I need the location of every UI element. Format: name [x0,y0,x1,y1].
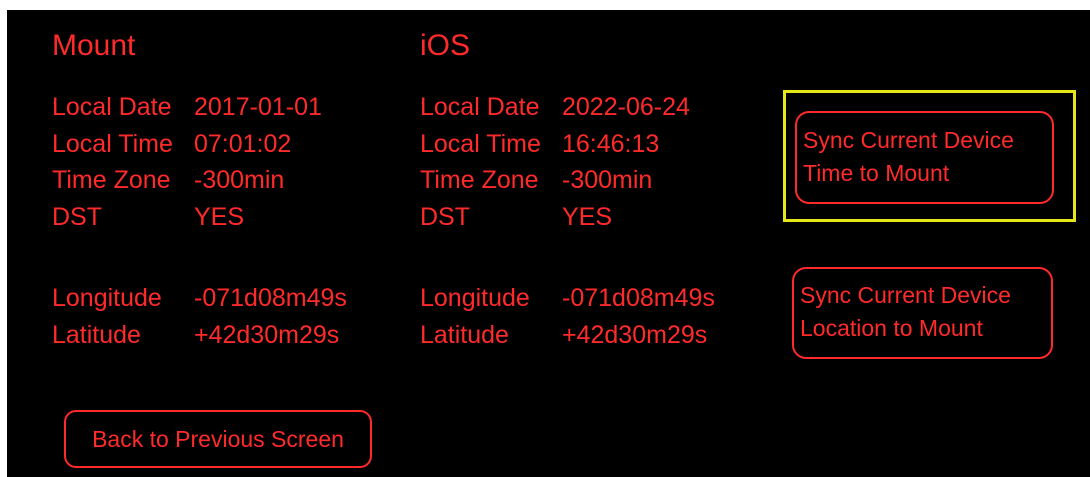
ios-time-zone-label: Time Zone [420,166,539,194]
ios-time-zone-value: -300min [562,166,653,194]
mount-local-time-label: Local Time [52,129,173,158]
mount-time-zone-value: -300min [194,166,285,194]
mount-dst-label: DST [52,202,102,231]
mount-dst-value: YES [194,202,245,231]
mount-time-zone-label: Time Zone [52,166,171,194]
back-button[interactable]: Back to Previous Screen [64,410,372,468]
ios-latitude-value: +42d30m29s [562,320,708,349]
ios-local-date-value: 2022-06-24 [562,93,690,121]
ios-local-date-label: Local Date [420,93,540,121]
ios-dst-label: DST [420,202,470,231]
ios-latitude-label: Latitude [420,320,509,349]
mount-longitude-value: -071d08m49s [194,284,347,312]
mount-heading: Mount [52,29,136,62]
mount-local-date-value: 2017-01-01 [194,93,322,121]
mount-local-time-value: 07:01:02 [194,129,292,158]
sync-time-button-line2: Time to Mount [803,160,950,186]
sync-location-button[interactable]: Sync Current Device Location to Mount [792,267,1053,359]
ios-local-time-label: Local Time [420,129,541,158]
time-location-screen: Mount Local Date 2017-01-01 Local Time 0… [7,10,1090,477]
sync-location-button-line2: Location to Mount [800,315,983,341]
ios-dst-value: YES [562,202,613,231]
ios-longitude-value: -071d08m49s [562,284,715,312]
ios-heading: iOS [420,29,471,62]
sync-time-button-line1: Sync Current Device [803,127,1014,153]
sync-location-button-line1: Sync Current Device [800,282,1011,308]
mount-local-date-label: Local Date [52,93,172,121]
ios-local-time-value: 16:46:13 [562,129,660,158]
sync-time-button[interactable]: Sync Current Device Time to Mount [795,111,1054,204]
mount-longitude-label: Longitude [52,284,162,312]
ios-longitude-label: Longitude [420,284,530,312]
mount-latitude-value: +42d30m29s [194,320,340,349]
mount-latitude-label: Latitude [52,320,141,349]
